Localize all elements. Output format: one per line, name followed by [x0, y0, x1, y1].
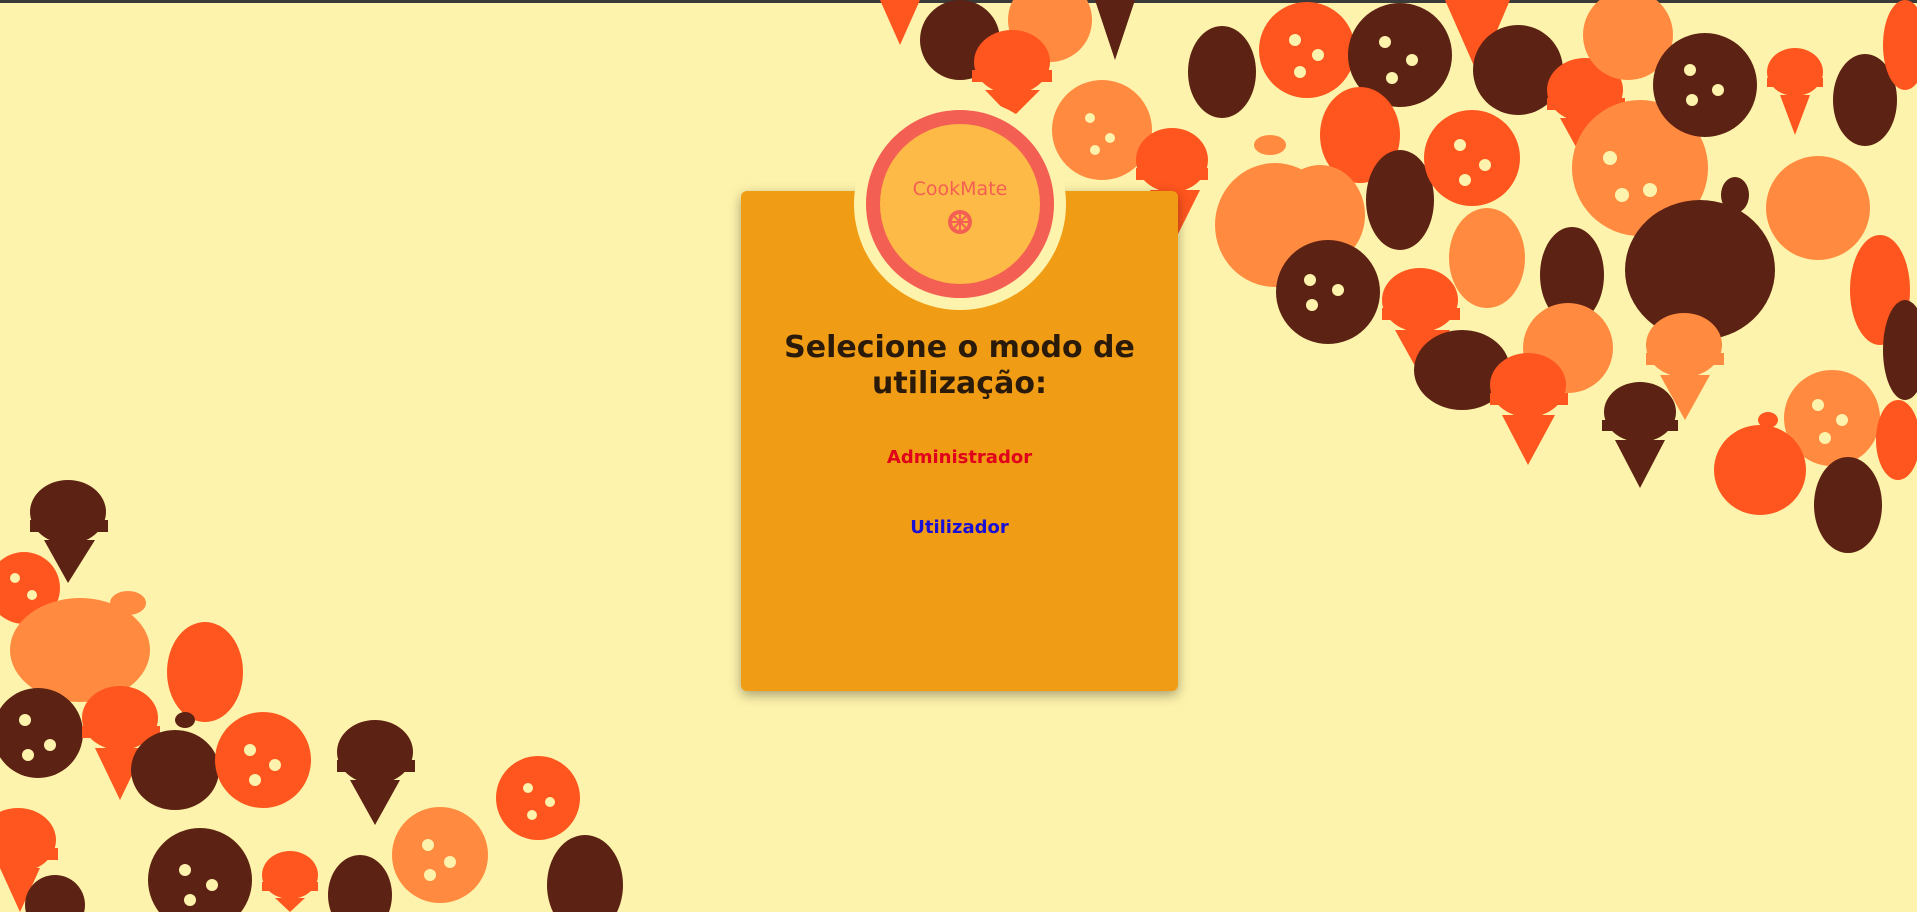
food-pattern-bottom-left	[0, 480, 623, 912]
citrus-icon	[948, 210, 972, 234]
card-title: Selecione o modo de utilização:	[784, 330, 1135, 401]
app-logo-name: CookMate	[912, 178, 1008, 200]
app-logo: CookMate	[880, 124, 1040, 284]
admin-mode-link[interactable]: Administrador	[741, 447, 1178, 468]
user-mode-link[interactable]: Utilizador	[741, 517, 1178, 538]
